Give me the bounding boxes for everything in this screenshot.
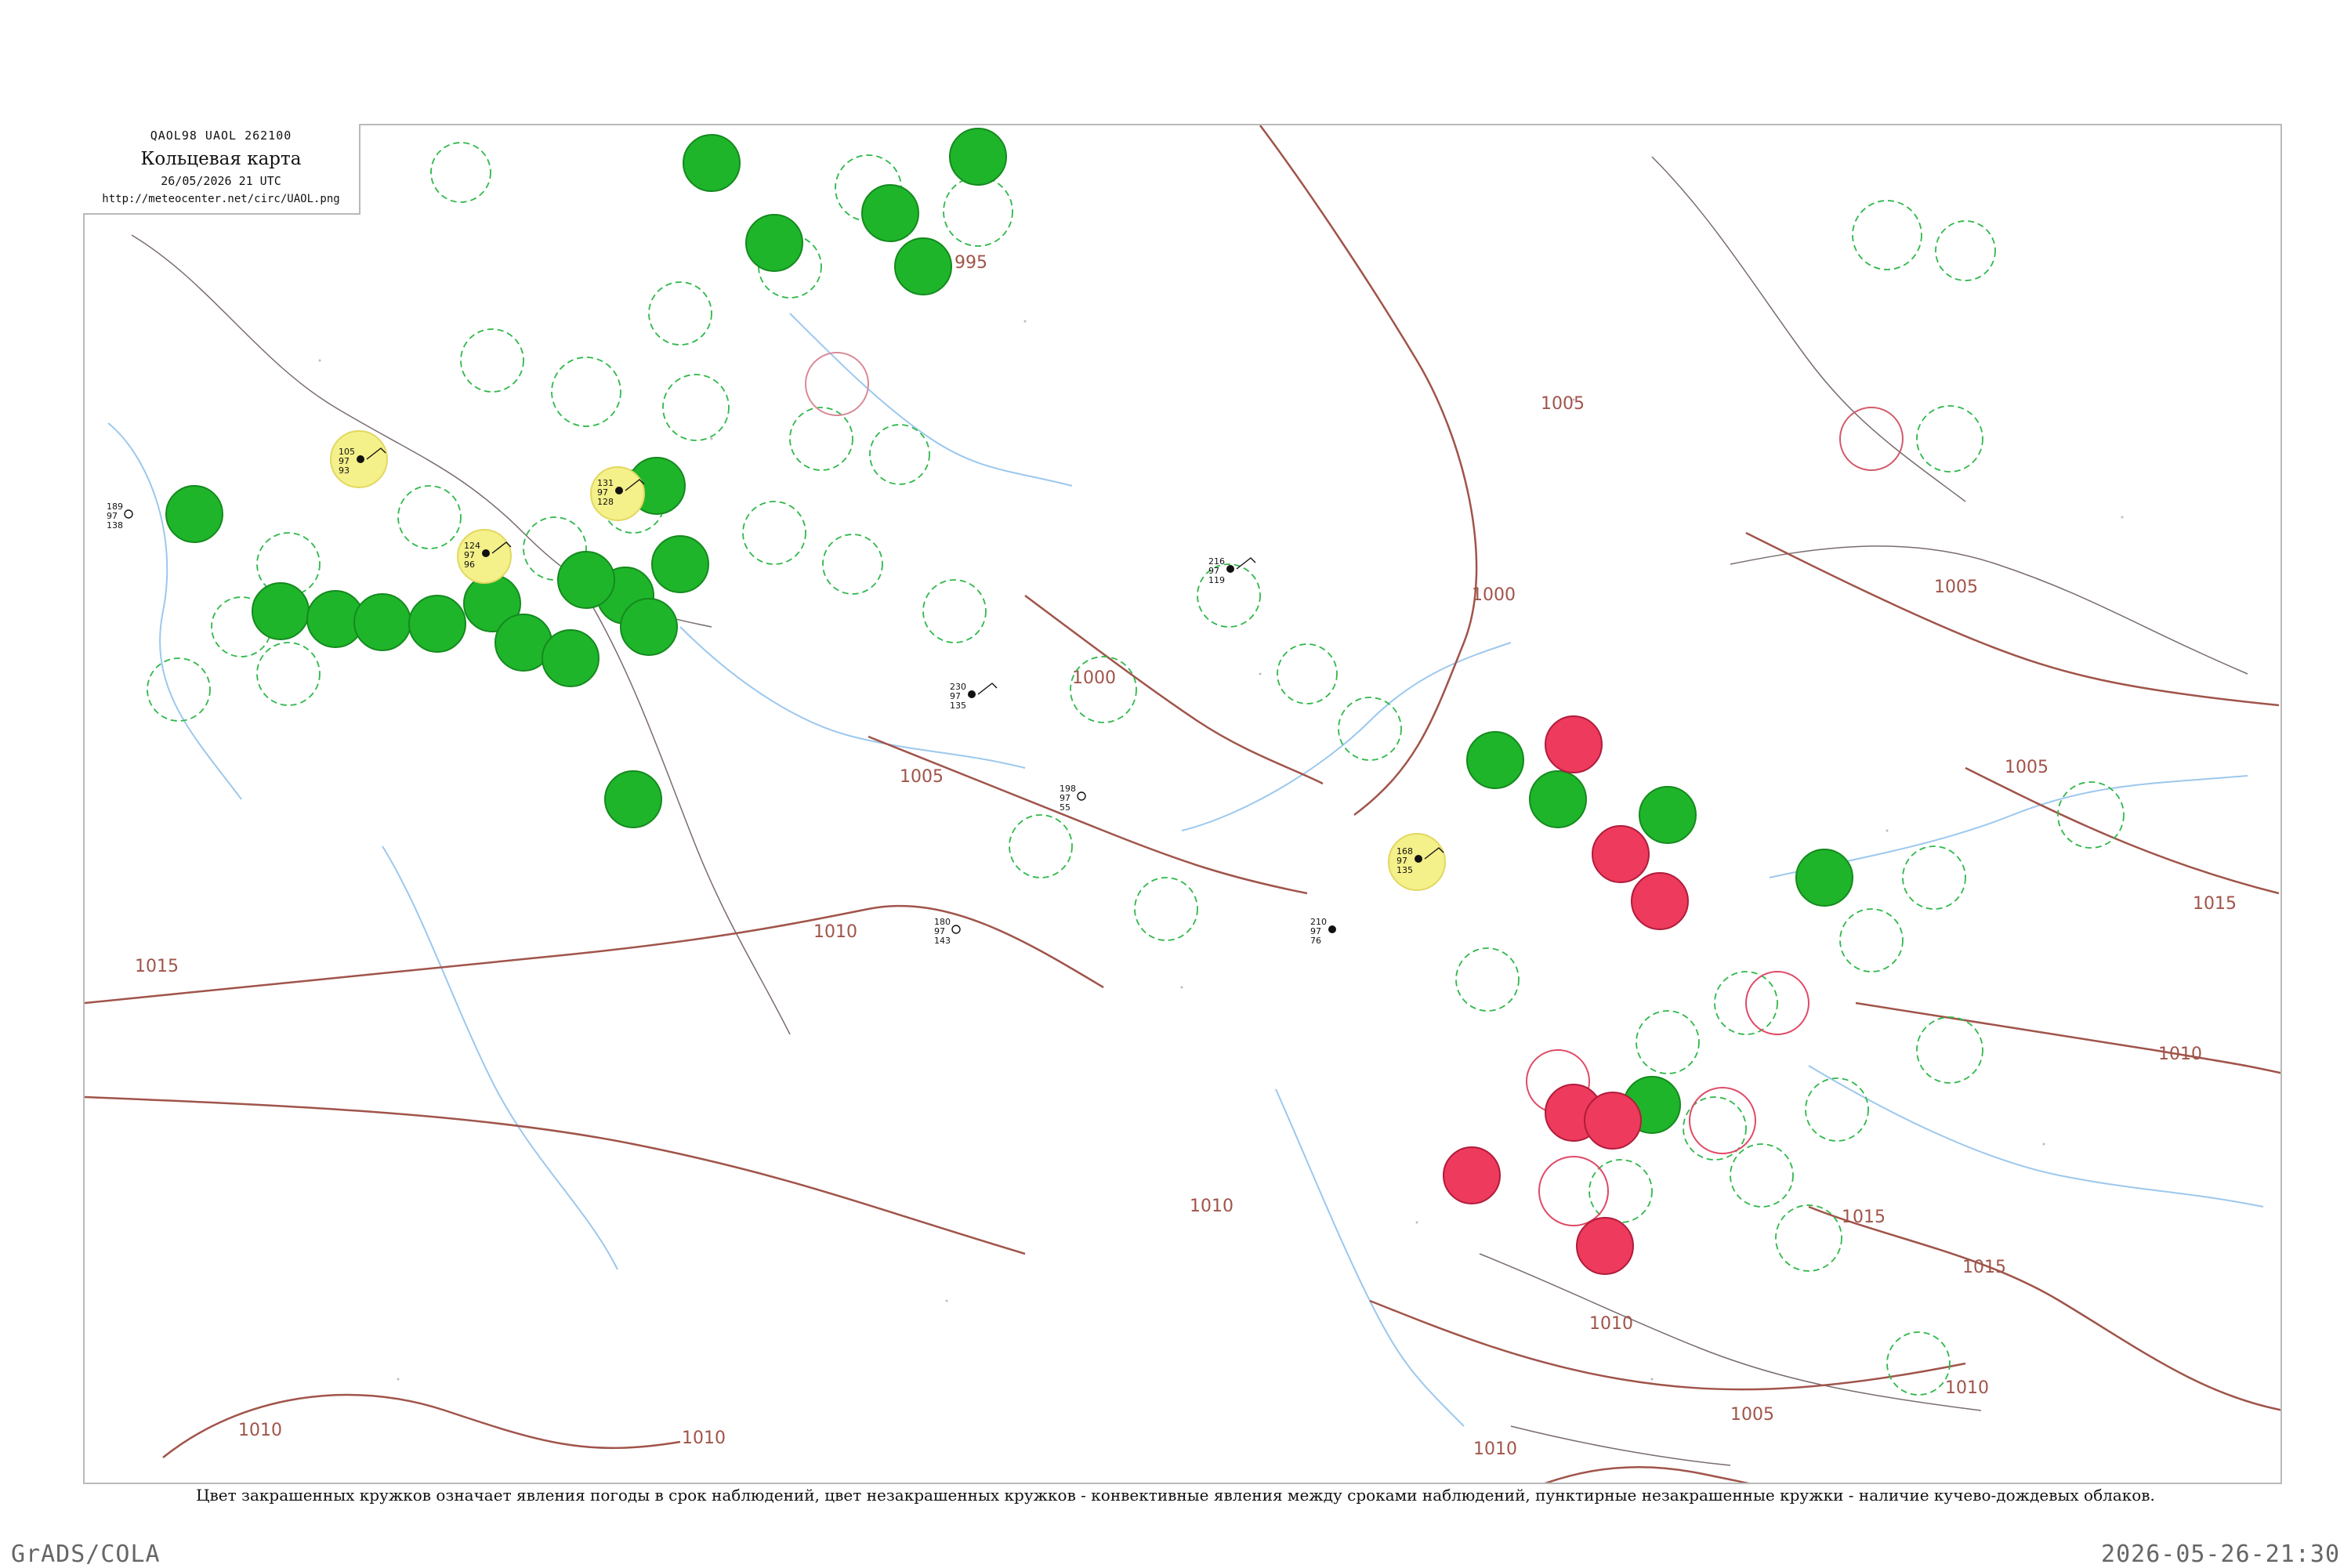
isobar-label: 1010 bbox=[682, 1429, 726, 1448]
station-plot: 210 97 76 bbox=[1310, 917, 1336, 946]
isobar-label: 1015 bbox=[135, 957, 179, 976]
isobar-label: 1005 bbox=[1541, 394, 1585, 414]
station-plot: 189 97 138 bbox=[107, 502, 133, 531]
synoptic-map: 995 1000 1000 1005 1005 1005 1005 1005 1… bbox=[83, 124, 2282, 1484]
isobar-label: 1015 bbox=[1842, 1208, 1886, 1227]
isobar-label: 1010 bbox=[1473, 1439, 1517, 1459]
coastlines bbox=[131, 156, 2248, 1466]
isobar-label: 995 bbox=[955, 253, 987, 273]
station-dewpoint: 93 bbox=[339, 465, 350, 476]
isobar-label: 1005 bbox=[900, 767, 944, 787]
isobar-label: 1000 bbox=[1472, 585, 1516, 605]
filled-green-circles bbox=[165, 128, 1853, 1134]
bulletin-code: QAOL98 UAOL 262100 bbox=[150, 129, 292, 143]
isobar-label: 1010 bbox=[2158, 1045, 2202, 1064]
isobar-label: 1015 bbox=[1962, 1258, 2006, 1277]
station-dewpoint: 135 bbox=[1396, 865, 1413, 875]
station-dewpoint: 135 bbox=[950, 701, 966, 711]
station-dewpoint: 76 bbox=[1310, 936, 1321, 946]
isobar-label: 1010 bbox=[1589, 1314, 1633, 1334]
isobar-label: 1005 bbox=[1934, 578, 1978, 597]
filled-yellow-circles bbox=[330, 430, 1446, 891]
isobar-label: 1005 bbox=[2005, 758, 2049, 777]
station-dewpoint: 143 bbox=[934, 936, 951, 946]
station-plot: 180 97 143 bbox=[934, 917, 961, 946]
isobar-label: 1010 bbox=[1945, 1378, 1989, 1398]
render-timestamp: 2026-05-26-21:30 bbox=[2101, 1541, 2340, 1568]
map-title: Кольцевая карта bbox=[140, 149, 302, 169]
convective-rings bbox=[805, 352, 1904, 1226]
rivers bbox=[107, 313, 2264, 1427]
map-date: 26/05/2026 21 UTC bbox=[161, 174, 281, 188]
map-title-box: QAOL98 UAOL 262100 Кольцевая карта 26/05… bbox=[83, 124, 360, 215]
station-plot: 230 97 135 bbox=[950, 682, 976, 711]
software-credit: GrADS/COLA bbox=[11, 1541, 161, 1568]
station-dewpoint: 119 bbox=[1208, 575, 1225, 585]
isobar-label: 1010 bbox=[238, 1421, 282, 1440]
station-dewpoint: 128 bbox=[597, 497, 614, 507]
map-canvas: 995 1000 1000 1005 1005 1005 1005 1005 1… bbox=[85, 125, 2280, 1483]
isobar-label: 1015 bbox=[2193, 894, 2237, 914]
station-dewpoint: 55 bbox=[1060, 802, 1070, 813]
station-dewpoint: 138 bbox=[107, 520, 123, 531]
station-dewpoint: 96 bbox=[464, 559, 475, 570]
station-plot: 198 97 55 bbox=[1060, 784, 1086, 813]
isobar-label: 1005 bbox=[1730, 1405, 1774, 1425]
isobar-labels: 995 1000 1000 1005 1005 1005 1005 1005 1… bbox=[135, 253, 2237, 1459]
isobars bbox=[85, 125, 2280, 1483]
station-plot: 216 97 119 bbox=[1208, 556, 1234, 585]
isobar-label: 1000 bbox=[1072, 668, 1116, 688]
map-source-url: http://meteocenter.net/circ/UAOL.png bbox=[102, 193, 340, 205]
isobar-label: 1010 bbox=[1190, 1197, 1233, 1216]
isobar-label: 1010 bbox=[813, 922, 857, 942]
legend-footnote: Цвет закрашенных кружков означает явлени… bbox=[196, 1486, 2155, 1505]
cb-cloud-rings bbox=[147, 142, 2125, 1396]
